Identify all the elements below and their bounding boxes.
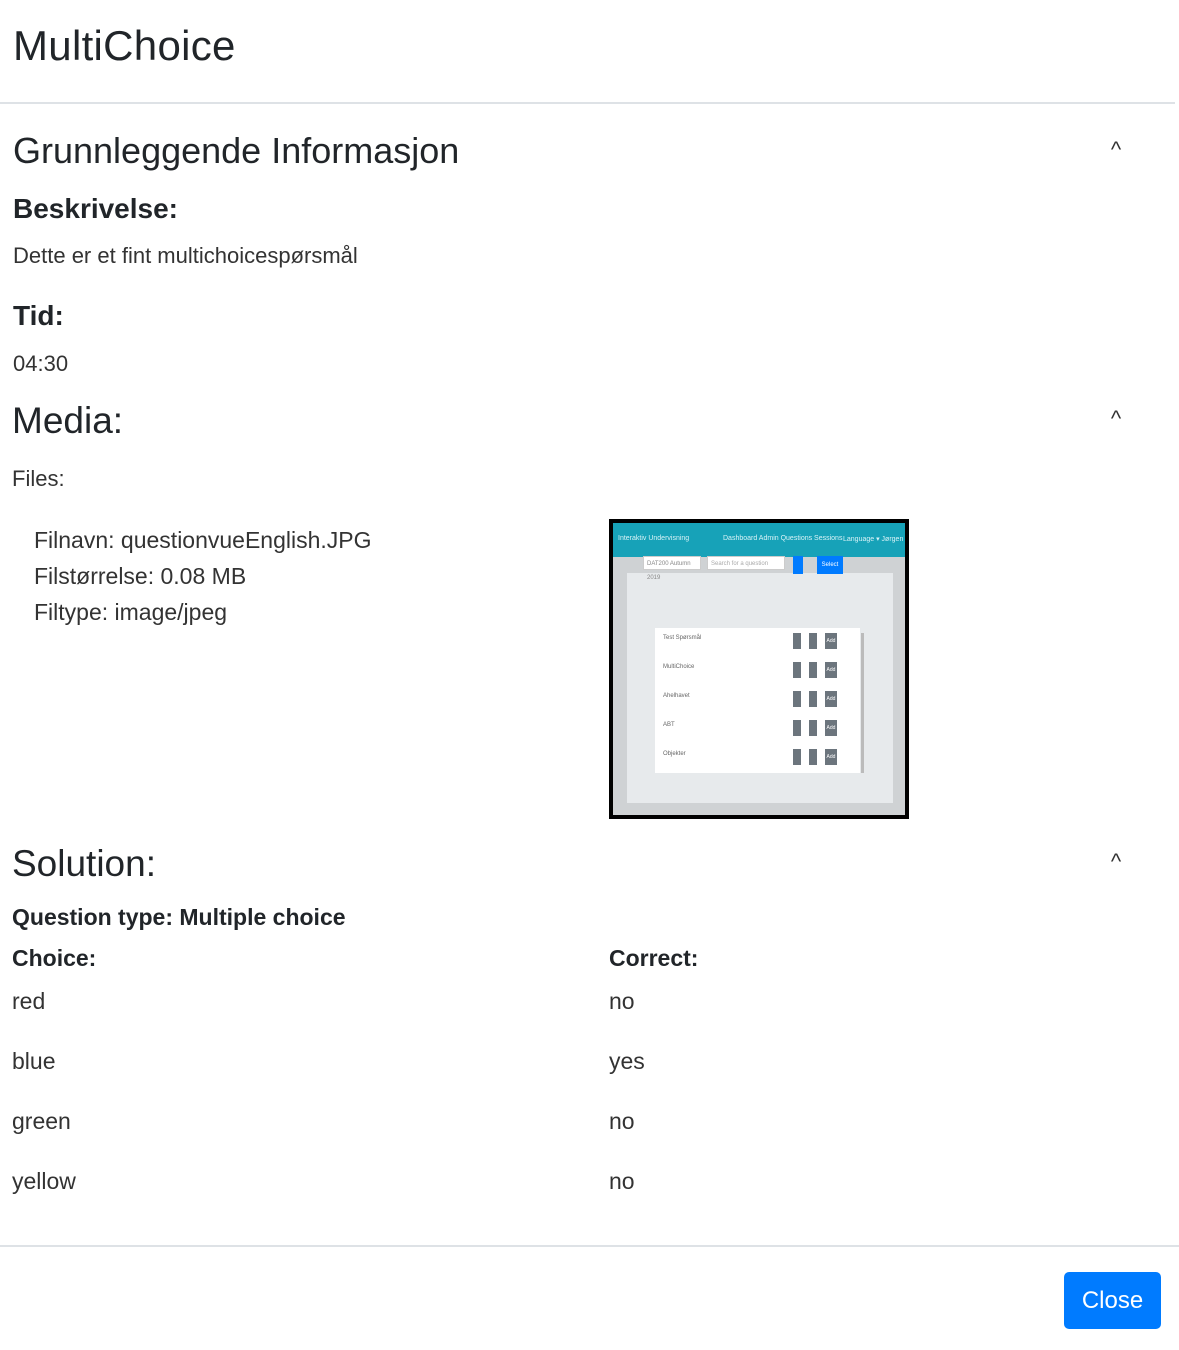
correct-cell: no — [609, 988, 635, 1014]
thumbnail-search-button — [793, 556, 803, 574]
solution-collapse-toggle[interactable]: ^ — [1102, 847, 1130, 875]
thumbnail-row-button — [793, 633, 801, 649]
time-label: Tid: — [13, 300, 64, 331]
question-type: Question type: Multiple choice — [12, 904, 346, 930]
thumbnail-row-button — [809, 662, 817, 678]
files-label: Files: — [12, 466, 65, 491]
file-size: Filstørrelse: 0.08 MB — [34, 563, 247, 589]
thumbnail-row-button — [793, 749, 801, 765]
choice-cell: green — [12, 1108, 71, 1134]
thumbnail-brand: Interaktiv Undervisning — [618, 535, 690, 542]
thumbnail-scrollbar — [861, 633, 864, 773]
modal-title: MultiChoice — [13, 22, 236, 69]
thumbnail-row: Test Spørsmål — [663, 635, 702, 641]
thumbnail-add-button: Add — [825, 691, 837, 707]
choice-cell: yellow — [12, 1168, 76, 1194]
basic-info-heading: Grunnleggende Informasjon — [13, 130, 460, 171]
correct-cell: yes — [609, 1048, 645, 1074]
choice-cell: blue — [12, 1048, 56, 1074]
thumbnail-row-button — [793, 720, 801, 736]
thumbnail-add-button: Add — [825, 720, 837, 736]
choice-header: Choice: — [12, 945, 97, 971]
modal-footer — [0, 1245, 1179, 1350]
thumbnail-row-button — [809, 720, 817, 736]
file-type: Filtype: image/jpeg — [34, 599, 228, 625]
thumbnail-search: Search for a question — [707, 556, 785, 570]
media-collapse-toggle[interactable]: ^ — [1102, 404, 1130, 432]
correct-cell: no — [609, 1108, 635, 1134]
thumbnail-add-button: Add — [825, 662, 837, 678]
thumbnail-row-button — [809, 633, 817, 649]
thumbnail-row: MultiChoice — [663, 664, 695, 670]
thumbnail-row: Ahelhavet — [663, 693, 690, 699]
thumbnail-row-button — [793, 691, 801, 707]
thumbnail-select-button: Select — [817, 556, 843, 574]
correct-cell: no — [609, 1168, 635, 1194]
file-name: Filnavn: questionvueEnglish.JPG — [34, 527, 372, 553]
thumbnail-row-button — [793, 662, 801, 678]
media-heading: Media: — [12, 400, 124, 441]
thumbnail-row: ABT — [663, 722, 675, 728]
choice-cell: red — [12, 988, 46, 1014]
thumbnail-nav-right: Language ▾ Jørgen Waldmann ▾ — [843, 536, 905, 543]
thumbnail-navbar: Interaktiv Undervisning Dashboard Admin … — [613, 523, 905, 557]
thumbnail-nav-links: Dashboard Admin Questions Sessions — [723, 535, 843, 542]
thumbnail-select: DAT200 Autumn 2019 — [643, 556, 701, 581]
close-button[interactable]: Close — [1064, 1272, 1161, 1329]
thumbnail-row-button — [809, 749, 817, 765]
modal-header: MultiChoice — [0, 0, 1175, 104]
description-label: Beskrivelse: — [13, 193, 179, 224]
thumbnail-add-button: Add — [825, 749, 837, 765]
file-thumbnail[interactable]: Interaktiv Undervisning Dashboard Admin … — [609, 519, 909, 819]
correct-header: Correct: — [609, 945, 699, 971]
solution-heading: Solution: — [12, 843, 156, 884]
basic-info-collapse-toggle[interactable]: ^ — [1102, 135, 1130, 163]
thumbnail-row: Objekter — [663, 751, 686, 757]
description-text: Dette er et fint multichoicespørsmål — [13, 243, 358, 268]
time-value: 04:30 — [13, 351, 69, 376]
thumbnail-row-button — [809, 691, 817, 707]
file-info: Filnavn: questionvueEnglish.JPG Filstørr… — [34, 522, 372, 630]
thumbnail-add-button: Add — [825, 633, 837, 649]
